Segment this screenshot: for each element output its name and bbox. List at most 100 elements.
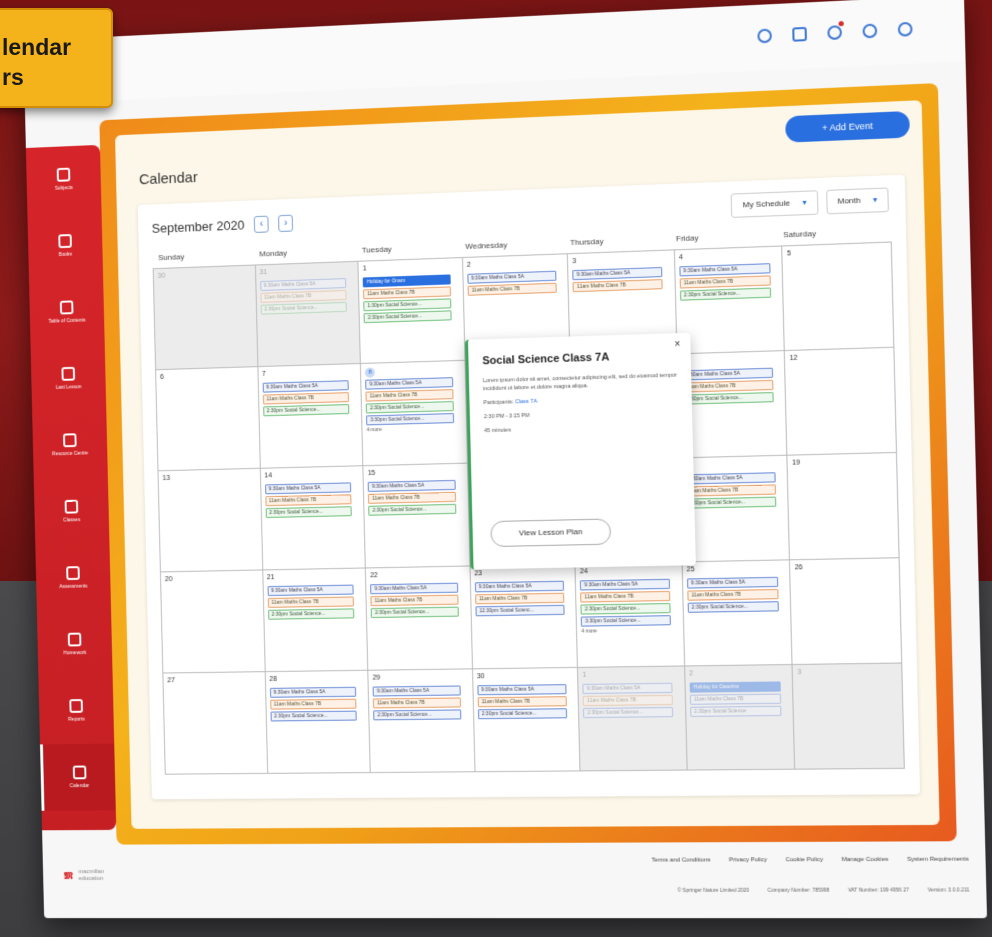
calendar-event[interactable]: 11am Maths Class 7B [269, 698, 357, 710]
day-cell[interactable]: 25 9:30am Maths Class 5A 11am Maths Class … [682, 560, 793, 667]
footer-link[interactable]: Manage Cookies [842, 857, 889, 863]
calendar-event[interactable]: 2:30pm Social Science... [477, 708, 567, 720]
calendar-event[interactable]: 9:30am Maths Class 5A [264, 482, 352, 495]
calendar-event[interactable]: 11am Maths Class 7B [682, 379, 774, 393]
day-cell[interactable]: 26 [790, 558, 903, 665]
day-cell[interactable]: 13 [158, 468, 263, 573]
calendar-event[interactable]: 11am Maths Class 7B [262, 392, 350, 405]
calendar-event[interactable]: 9:30am Maths Class 5A [267, 584, 355, 597]
calendar-event[interactable]: 2:30pm Social Science... [368, 503, 457, 516]
sidebar-item[interactable]: Last Lesson [31, 344, 107, 413]
calendar-event[interactable]: 9:30am Maths Class 5A [269, 686, 357, 698]
more-events-link[interactable]: 4 more [366, 425, 461, 433]
calendar-event[interactable]: 2:30pm Social Science... [363, 310, 452, 324]
calendar-event[interactable]: 2:30pm Social Science... [687, 601, 779, 613]
calendar-event[interactable]: 11am Maths Class 7B [264, 494, 352, 507]
calendar-event[interactable]: 11am Maths Class 7B [363, 286, 452, 300]
day-cell[interactable]: 19 [787, 452, 900, 561]
calendar-event[interactable]: 11am Maths Class 7B [684, 484, 776, 497]
day-cell[interactable]: 7 9:30am Maths Class 5A 11am Maths Class 7… [257, 363, 364, 469]
participants-link[interactable]: Class 7A [515, 399, 537, 406]
day-cell[interactable]: 22 9:30am Maths Class 5A 11am Maths Class … [365, 566, 473, 671]
calendar-event[interactable]: 11am Maths Class 7B [373, 697, 461, 709]
calendar-event[interactable]: 9:30am Maths Class 5A [580, 578, 671, 591]
day-cell[interactable]: 29 9:30am Maths Class 5A 11am Maths Class … [368, 669, 476, 774]
calendar-event[interactable]: 11am Maths Class 7B [582, 694, 673, 707]
calendar-event[interactable]: 11am Maths Class 7B [679, 275, 771, 289]
calendar-event[interactable]: 11am Maths Class 7B [260, 289, 347, 303]
calendar-event[interactable]: 9:30am Maths Class 5A [686, 576, 778, 589]
calendar-event[interactable]: 9:30am Maths Class 5A [474, 580, 564, 593]
close-icon[interactable]: × [674, 339, 680, 350]
prev-month-button[interactable]: ‹ [253, 215, 269, 233]
calendar-event[interactable]: 9:30am Maths Class 5A [681, 367, 773, 381]
calendar-event[interactable]: 9:30am Maths Class 5A [262, 380, 350, 393]
calendar-event[interactable]: 2:30pm Social Science... [682, 392, 774, 405]
day-cell[interactable]: 31 9:30am Maths Class 5A 11am Maths Class … [255, 261, 361, 368]
day-cell[interactable]: 30 [153, 265, 258, 371]
day-cell[interactable]: 119:30am Maths Class 5A11am Maths Class … [677, 351, 788, 459]
calendar-event[interactable]: 2:30pm Social Science... [583, 707, 674, 719]
calendar-event[interactable]: 12:30pm Social Scienc... [475, 604, 565, 617]
calendar-event[interactable]: 3:30pm Social Science... [366, 413, 455, 426]
sidebar-item[interactable]: Books [27, 211, 103, 280]
bell-icon[interactable] [827, 20, 844, 41]
day-cell[interactable]: 23 9:30am Maths Class 5A 11am Maths Class … [470, 564, 579, 670]
calendar-event[interactable]: 9:30am Maths Class 5A [477, 684, 567, 696]
calendar-event[interactable]: 9:30am Maths Class 5A [370, 582, 459, 595]
calendar-event[interactable]: 9:30am Maths Class 5A [679, 263, 771, 277]
calendar-event[interactable]: 2:30pm Social Science... [262, 404, 350, 417]
day-cell[interactable]: 28 9:30am Maths Class 5A 11am Maths Class … [265, 670, 371, 774]
calendar-event[interactable]: 2:30pm Social Science... [684, 496, 776, 509]
sidebar-item[interactable]: Classes [34, 477, 110, 545]
calendar-event[interactable]: 9:30am Maths Class 5A [467, 270, 556, 284]
calendar-event[interactable]: 11am Maths Class 7B [370, 594, 459, 607]
calendar-event[interactable]: 9:30am Maths Class 5A [259, 278, 347, 292]
day-cell[interactable]: 12 [785, 347, 897, 456]
add-event-button[interactable]: + Add Event [785, 110, 910, 143]
footer-link[interactable]: System Requirements [907, 857, 969, 863]
day-cell[interactable]: 189:30am Maths Class 5A11am Maths Class … [679, 455, 791, 563]
day-cell[interactable]: 6 [156, 367, 261, 472]
day-cell[interactable]: 4 9:30am Maths Class 5A 11am Maths Class 7… [674, 246, 786, 355]
monitor-icon[interactable] [792, 26, 807, 42]
calendar-event[interactable]: 2:30pm Social Science... [270, 710, 358, 722]
calendar-event[interactable]: 11am Maths Class 7B [687, 589, 779, 601]
sidebar-item[interactable]: Reports [38, 677, 114, 744]
view-lesson-plan-button[interactable]: View Lesson Plan [490, 518, 612, 548]
day-cell[interactable]: 20 [160, 570, 266, 674]
day-cell[interactable]: 14 9:30am Maths Class 5A 11am Maths Class … [260, 466, 366, 571]
calendar-event[interactable]: 2:30pm Social Science... [370, 606, 459, 619]
calendar-event[interactable]: 11am Maths Class 7B [689, 693, 781, 705]
calendar-event[interactable]: 11am Maths Class 7B [467, 282, 557, 296]
calendar-event[interactable]: 1:30pm Social Science... [363, 298, 452, 312]
calendar-event[interactable]: 2:30pm Social Science... [580, 603, 671, 615]
sidebar-item[interactable]: Calendar [40, 743, 116, 811]
calendar-event[interactable]: 2:30pm Social Science... [267, 608, 355, 620]
calendar-event[interactable]: 9:30am Maths Class 5A [365, 377, 454, 390]
day-cell[interactable]: 1 9:30am Maths Class 5A 11am Maths Class 7… [578, 666, 688, 772]
avatar-icon[interactable] [862, 23, 878, 39]
sidebar-item[interactable]: Homework [37, 611, 113, 679]
calendar-event[interactable]: 11am Maths Class 7B [365, 389, 454, 402]
calendar-event[interactable]: 11am Maths Class 7B [572, 279, 663, 293]
calendar-event[interactable]: 3:30pm Social Science... [581, 615, 672, 627]
day-cell[interactable]: 27 [163, 672, 268, 775]
calendar-event[interactable]: Holiday for Onam [362, 274, 451, 288]
calendar-event[interactable]: 2:30pm Social Science... [265, 506, 353, 519]
calendar-event[interactable]: 9:30am Maths Class 5A [367, 479, 456, 492]
calendar-event[interactable]: 2:30pm Social Science... [365, 401, 454, 414]
sidebar-item[interactable]: Table of Contents [29, 278, 105, 347]
schedule-select[interactable]: My Schedule ▾ [731, 190, 819, 218]
day-cell[interactable]: 21 9:30am Maths Class 5A 11am Maths Class … [262, 568, 369, 673]
footer-link[interactable]: Cookie Policy [786, 857, 824, 863]
sidebar-item[interactable]: Subjects [26, 145, 102, 214]
range-select[interactable]: Month ▾ [825, 187, 889, 215]
calendar-event[interactable]: 9:30am Maths Class 5A [572, 266, 663, 281]
footer-link[interactable]: Privacy Policy [729, 857, 767, 863]
calendar-event[interactable]: 2:30pm Social Science... [373, 709, 462, 721]
clock-icon[interactable] [757, 28, 773, 44]
calendar-event[interactable]: Holiday for Dasehra [689, 681, 781, 693]
day-cell[interactable]: 2 Holiday for Dasehra 11am Maths Class 7B 2… [684, 664, 796, 771]
day-cell[interactable]: 15 9:30am Maths Class 5A 11am Maths Class … [363, 463, 471, 569]
